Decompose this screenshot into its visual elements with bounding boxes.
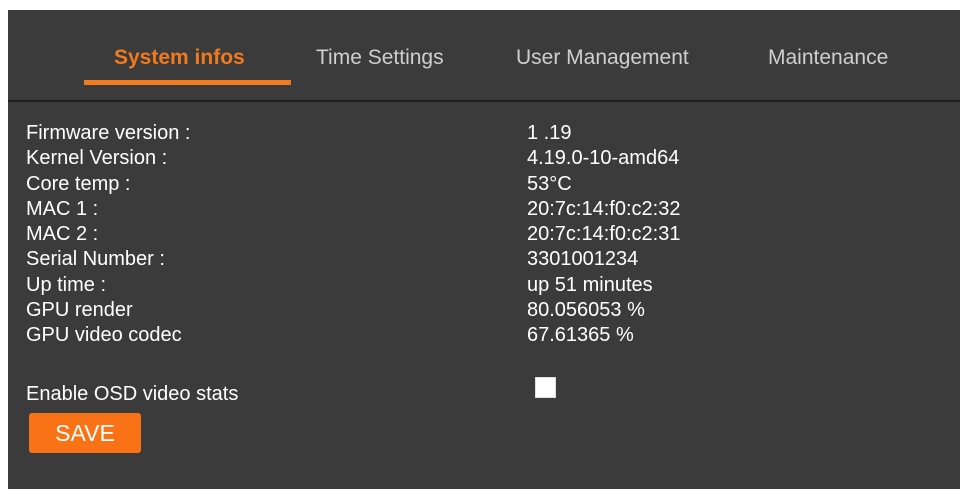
info-label: Core temp : bbox=[26, 172, 131, 195]
info-label: MAC 1 : bbox=[26, 197, 99, 220]
tab-time-settings[interactable]: Time Settings bbox=[316, 46, 444, 70]
tab-system-infos[interactable]: System infos bbox=[114, 46, 245, 70]
info-value: 3301001234 bbox=[527, 248, 639, 271]
osd-stats-label: Enable OSD video stats bbox=[26, 383, 239, 405]
info-value: up 51 minutes bbox=[527, 273, 653, 296]
tab-user-management[interactable]: User Management bbox=[516, 46, 689, 70]
info-value: 53°C bbox=[527, 172, 572, 195]
settings-panel: System infos Time Settings User Manageme… bbox=[8, 10, 960, 489]
info-value: 20:7c:14:f0:c2:32 bbox=[527, 197, 681, 220]
info-value: 20:7c:14:f0:c2:31 bbox=[527, 223, 681, 246]
tab-maintenance[interactable]: Maintenance bbox=[768, 46, 888, 70]
save-button[interactable]: SAVE bbox=[29, 413, 141, 453]
info-label: MAC 2 : bbox=[26, 223, 99, 246]
osd-stats-checkbox[interactable] bbox=[535, 377, 556, 398]
info-label: Serial Number : bbox=[26, 248, 165, 271]
info-value: 67.61365 % bbox=[527, 324, 634, 347]
info-value: 4.19.0-10-amd64 bbox=[527, 147, 680, 170]
tab-bar: System infos Time Settings User Manageme… bbox=[8, 10, 960, 102]
info-label: GPU render bbox=[26, 299, 133, 322]
info-label: Firmware version : bbox=[26, 122, 191, 144]
info-value: 80.056053 % bbox=[527, 299, 645, 322]
active-tab-indicator bbox=[84, 80, 291, 85]
info-label: GPU video codec bbox=[26, 324, 182, 347]
info-label: Up time : bbox=[26, 273, 107, 296]
info-value: 1 .19 bbox=[527, 122, 572, 144]
info-label: Kernel Version : bbox=[26, 147, 168, 170]
